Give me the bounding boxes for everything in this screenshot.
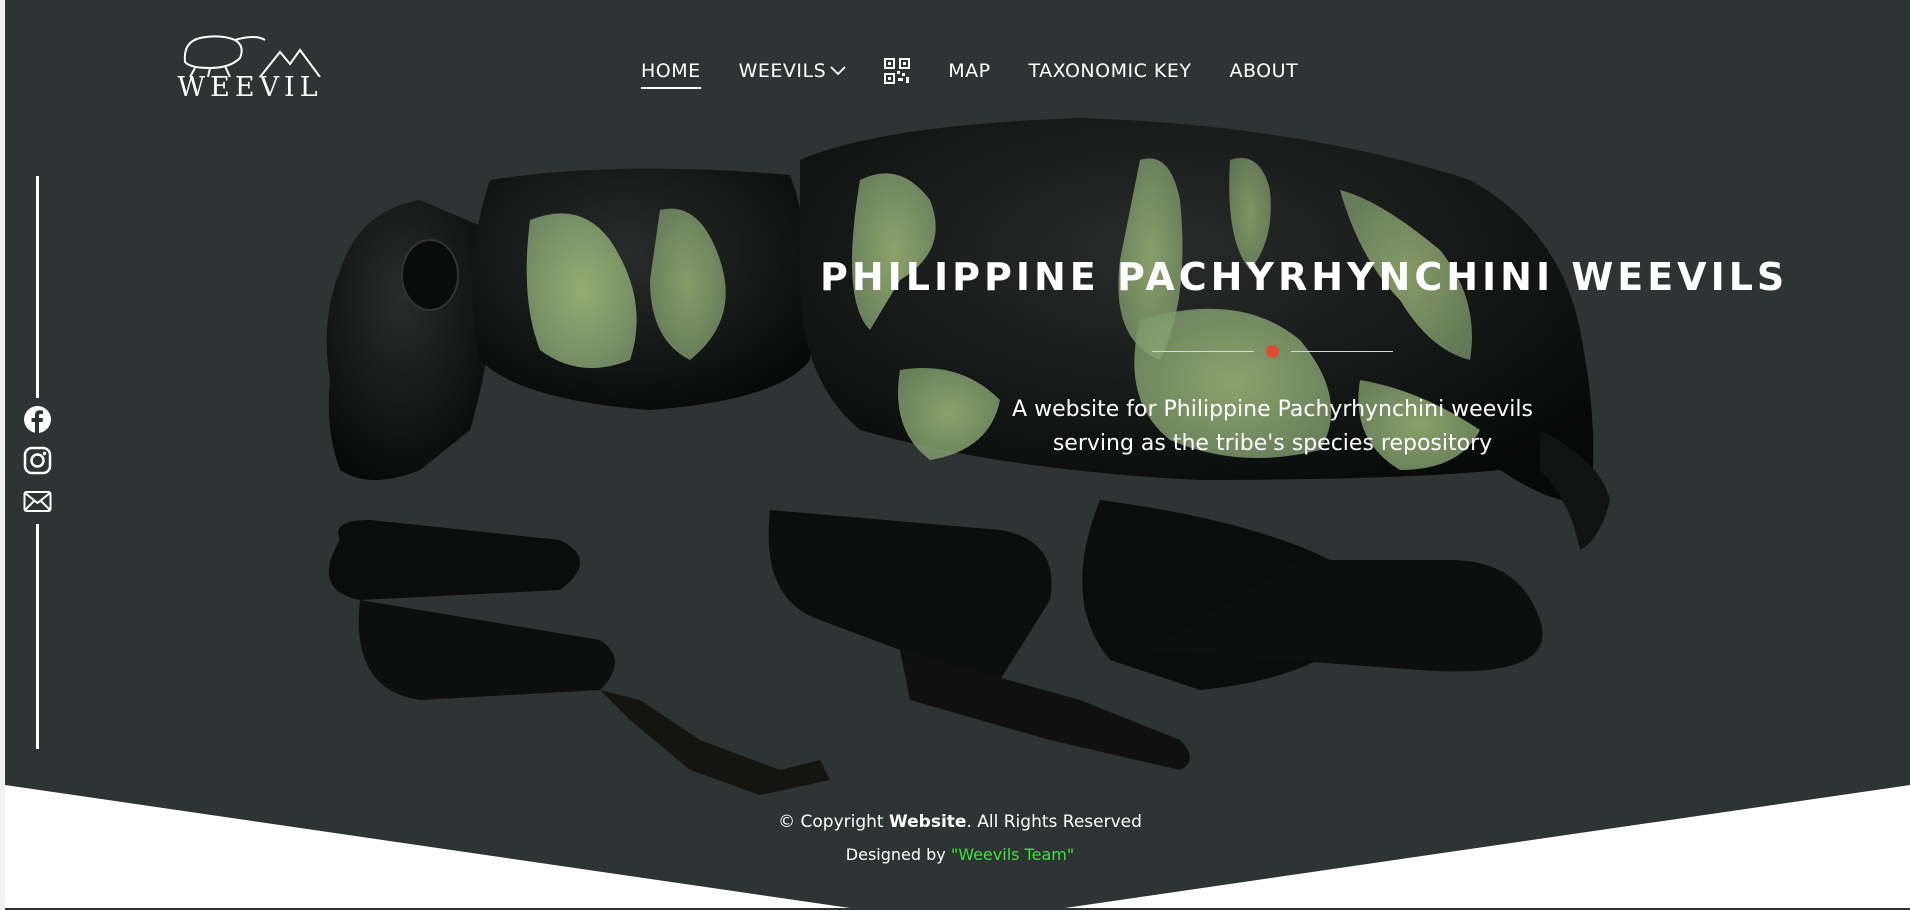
designed-prefix: Designed by [845, 845, 946, 864]
footer-copyright: © Copyright Website. All Rights Reserved [680, 812, 1240, 832]
copyright-prefix: © Copyright [778, 812, 884, 832]
footer-background-shape [5, 785, 1910, 908]
footer-designed-by: Designed by "Weevils Team" [680, 845, 1240, 864]
copyright-brand[interactable]: Website [889, 812, 966, 832]
designer-team-link[interactable]: "Weevils Team" [951, 845, 1074, 864]
copyright-suffix: . All Rights Reserved [966, 812, 1142, 832]
